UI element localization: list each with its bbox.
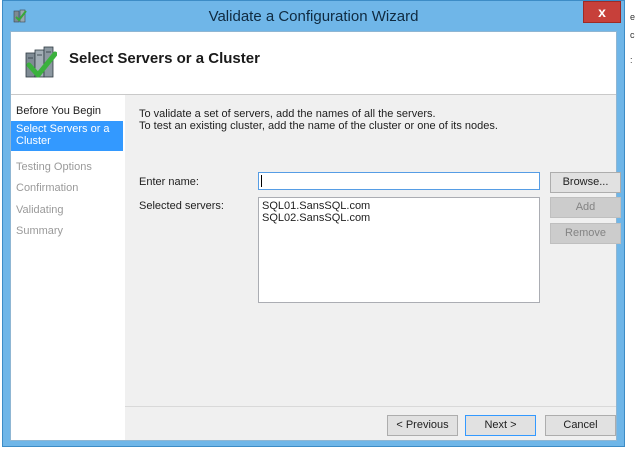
text-caret — [261, 175, 262, 187]
cancel-button[interactable]: Cancel — [545, 415, 616, 436]
wizard-header: Select Servers or a Cluster — [11, 32, 616, 95]
background-text: c — [630, 30, 635, 40]
page-title: Select Servers or a Cluster — [69, 50, 260, 67]
add-button[interactable]: Add — [550, 197, 621, 218]
nav-step-testing-options: Testing Options — [16, 161, 92, 173]
intro-line-1: To validate a set of servers, add the na… — [139, 108, 436, 120]
selected-servers-label: Selected servers: — [139, 200, 224, 212]
next-button[interactable]: Next > — [465, 415, 536, 436]
wizard-steps-nav: Before You Begin Select Servers or a Clu… — [11, 95, 125, 440]
background-text: e — [630, 12, 636, 22]
window-title: Validate a Configuration Wizard — [208, 8, 419, 25]
previous-button[interactable]: < Previous — [387, 415, 458, 436]
enter-name-label: Enter name: — [139, 176, 199, 188]
intro-line-2: To test an existing cluster, add the nam… — [139, 120, 498, 132]
nav-step-validating: Validating — [16, 204, 64, 216]
wizard-window: Validate a Configuration Wizard x Select… — [2, 0, 625, 447]
close-icon: x — [598, 4, 606, 20]
intro-text: To validate a set of servers, add the na… — [139, 108, 498, 132]
wizard-client-area: Select Servers or a Cluster Before You B… — [10, 31, 621, 441]
footer-divider — [125, 406, 616, 407]
nav-step-confirmation: Confirmation — [16, 182, 79, 194]
selected-servers-list[interactable]: SQL01.SansSQL.com SQL02.SansSQL.com — [258, 197, 540, 303]
nav-step-select-servers[interactable]: Select Servers or a Cluster — [11, 121, 123, 151]
nav-step-before-you-begin[interactable]: Before You Begin — [11, 103, 123, 119]
wizard-content: To validate a set of servers, add the na… — [125, 95, 621, 440]
enter-name-input[interactable] — [258, 172, 540, 190]
remove-button[interactable]: Remove — [550, 223, 621, 244]
title-bar[interactable]: Validate a Configuration Wizard x — [3, 1, 624, 31]
list-item[interactable]: SQL01.SansSQL.com — [262, 200, 536, 212]
nav-step-summary: Summary — [16, 225, 64, 237]
browse-button[interactable]: Browse... — [550, 172, 621, 193]
close-button[interactable]: x — [583, 1, 621, 23]
background-text: : — [630, 55, 633, 65]
background-desktop — [626, 0, 640, 457]
list-item[interactable]: SQL02.SansSQL.com — [262, 212, 536, 224]
server-checkmark-icon — [25, 46, 57, 78]
